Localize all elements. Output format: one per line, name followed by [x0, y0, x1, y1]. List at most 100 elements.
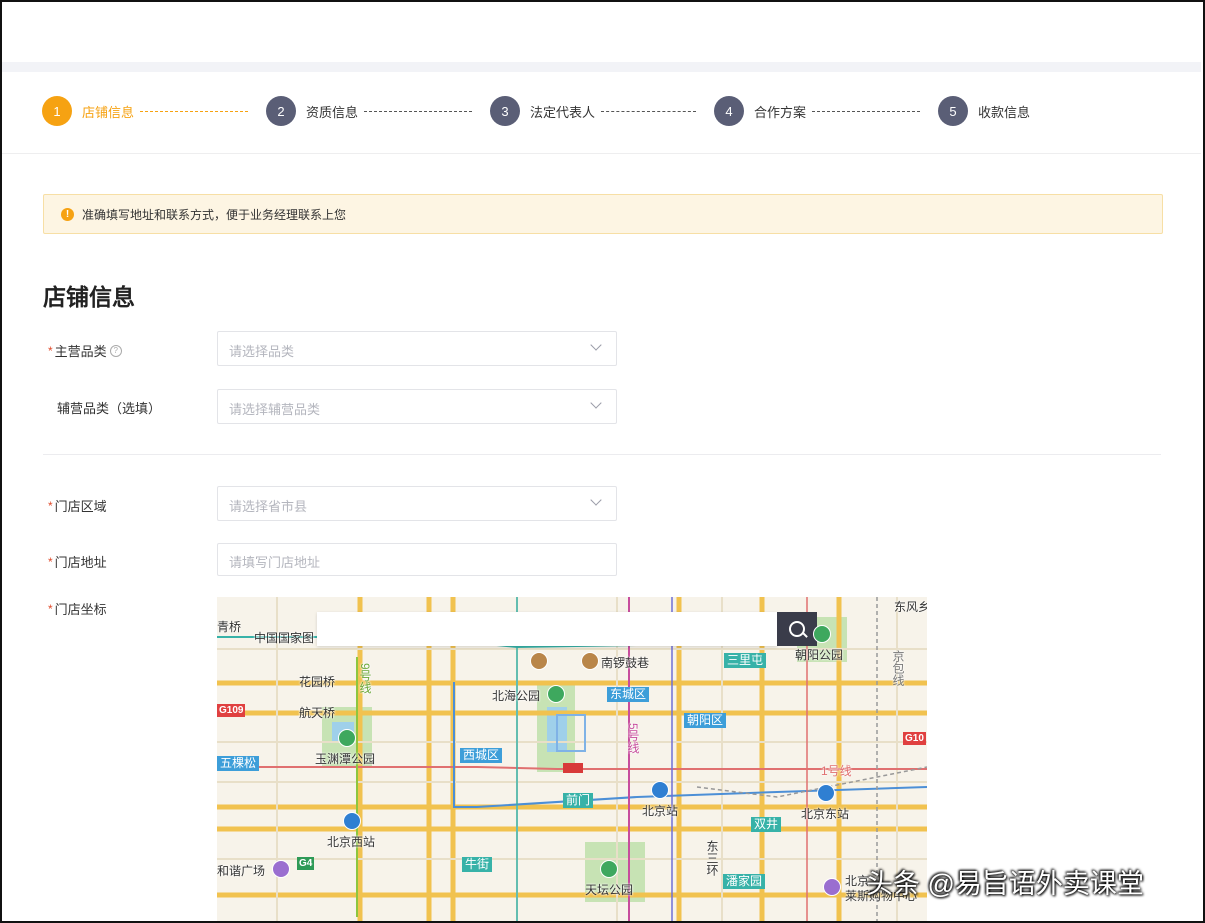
- store-coordinates-label: * 门店坐标: [48, 599, 107, 618]
- map-label: 东风乡: [894, 600, 927, 614]
- main-category-placeholder: 请选择品类: [229, 344, 295, 359]
- map-district-badge: 前门: [563, 793, 594, 808]
- store-address-label-text: 门店地址: [54, 555, 107, 570]
- progress-stepper: 1 店铺信息 2 资质信息 3 法定代表人 4 合作方案 5 收款信息: [42, 95, 1142, 127]
- step-1[interactable]: 1 店铺信息: [42, 95, 249, 127]
- park-icon: [547, 685, 565, 703]
- notice-text: 准确填写地址和联系方式，便于业务经理联系上您: [82, 207, 347, 222]
- step-number: 3: [490, 96, 520, 126]
- map-label: 航天桥: [299, 706, 336, 720]
- map-label: 中国国家图: [254, 631, 315, 645]
- park-icon: [813, 625, 831, 643]
- top-header: [2, 2, 1201, 62]
- map-label: 东三环: [705, 840, 719, 876]
- step-label: 资质信息: [306, 104, 359, 120]
- map-district-badge: 双井: [751, 817, 782, 832]
- map-district-badge: 五棵松: [217, 756, 260, 771]
- map-district-badge: 牛街: [462, 857, 493, 872]
- chevron-down-icon: [590, 494, 602, 506]
- step-number: 5: [938, 96, 968, 126]
- chevron-down-icon: [590, 339, 602, 351]
- form-divider: [43, 454, 1161, 455]
- store-region-label-text: 门店区域: [54, 499, 107, 514]
- header-divider-band: [2, 62, 1201, 72]
- map-district-badge: 潘家园: [723, 874, 766, 889]
- map-district-badge: 西城区: [460, 748, 503, 763]
- warning-icon: !: [61, 207, 74, 221]
- map-label: 9号线: [358, 663, 372, 694]
- map-label: 5号线: [626, 723, 640, 754]
- step-connector: [812, 110, 921, 112]
- map-district-badge: 朝阳区: [684, 713, 727, 728]
- watermark: 头条 @易旨语外卖课堂: [866, 869, 1144, 899]
- map-search-button[interactable]: [777, 612, 817, 646]
- step-2[interactable]: 2 资质信息: [266, 95, 473, 127]
- map-label: 京包线: [891, 650, 905, 686]
- step-5[interactable]: 5 收款信息: [938, 95, 1030, 127]
- map-label: 1号线: [821, 764, 852, 778]
- store-region-placeholder: 请选择省市县: [229, 499, 308, 514]
- highway-shield: G4: [297, 857, 315, 870]
- shopping-icon: [823, 878, 841, 896]
- sub-category-label-text: 辅营品类（选填）: [57, 401, 162, 416]
- sub-category-placeholder: 请选择辅营品类: [229, 402, 321, 417]
- map-label: 南锣鼓巷: [601, 656, 650, 670]
- help-icon[interactable]: ?: [109, 344, 122, 357]
- store-location-map[interactable]: 青桥 中国国家图 南锣鼓巷 朝阳公园 东风乡 花园桥 航天桥 北海公园 玉渊潭公…: [217, 597, 927, 921]
- stepper-divider: [2, 153, 1201, 154]
- map-label: 北京西站: [327, 835, 376, 849]
- step-number: 2: [266, 96, 296, 126]
- map-search-input[interactable]: [317, 612, 777, 646]
- map-label: 青桥: [217, 620, 242, 634]
- chevron-down-icon: [590, 397, 602, 409]
- section-title: 店铺信息: [43, 284, 135, 310]
- main-category-label-text: 主营品类: [54, 344, 107, 359]
- main-category-select[interactable]: 请选择品类: [217, 331, 617, 366]
- map-label: 天坛公园: [585, 883, 634, 897]
- info-notice-banner: ! 准确填写地址和联系方式，便于业务经理联系上您: [43, 194, 1163, 234]
- step-number: 4: [714, 96, 744, 126]
- store-coordinates-label-text: 门店坐标: [54, 602, 107, 617]
- shopping-icon: [272, 860, 290, 878]
- step-connector: [140, 110, 249, 112]
- train-station-icon: [817, 784, 835, 802]
- step-label: 法定代表人: [530, 104, 596, 120]
- store-region-select[interactable]: 请选择省市县: [217, 486, 617, 521]
- step-connector: [601, 110, 697, 112]
- step-label: 店铺信息: [82, 104, 135, 120]
- main-category-label: * 主营品类 ?: [48, 341, 122, 360]
- step-number: 1: [42, 96, 72, 126]
- map-label: 北京东站: [801, 807, 850, 821]
- map-label: 花园桥: [299, 675, 336, 689]
- landmark-icon: [530, 652, 548, 670]
- highway-shield: G109: [217, 704, 246, 717]
- park-icon: [338, 729, 356, 747]
- highway-shield: G10: [903, 732, 926, 745]
- sub-category-label: 辅营品类（选填）: [57, 398, 161, 417]
- map-label: 和谐广场: [217, 864, 266, 878]
- map-district-badge: 东城区: [607, 687, 650, 702]
- required-mark: *: [48, 554, 53, 569]
- step-label: 合作方案: [754, 104, 807, 120]
- park-icon: [600, 860, 618, 878]
- step-connector: [364, 110, 473, 112]
- map-label: 北海公园: [492, 689, 541, 703]
- required-mark: *: [48, 601, 53, 616]
- required-mark: *: [48, 343, 53, 358]
- sub-category-select[interactable]: 请选择辅营品类: [217, 389, 617, 424]
- store-address-placeholder: 请填写门店地址: [229, 555, 321, 570]
- map-label: 北京站: [642, 804, 679, 818]
- store-address-input[interactable]: 请填写门店地址: [217, 543, 617, 576]
- required-mark: *: [48, 498, 53, 513]
- train-station-icon: [651, 781, 669, 799]
- store-region-label: * 门店区域: [48, 496, 107, 515]
- map-label: 玉渊潭公园: [315, 752, 376, 766]
- step-4[interactable]: 4 合作方案: [714, 95, 921, 127]
- landmark-icon: [581, 652, 599, 670]
- step-label: 收款信息: [978, 104, 1031, 120]
- train-station-icon: [343, 812, 361, 830]
- step-3[interactable]: 3 法定代表人: [490, 95, 697, 127]
- map-district-badge: 三里屯: [724, 653, 767, 668]
- map-label: 朝阳公园: [795, 648, 844, 662]
- store-address-label: * 门店地址: [48, 552, 107, 571]
